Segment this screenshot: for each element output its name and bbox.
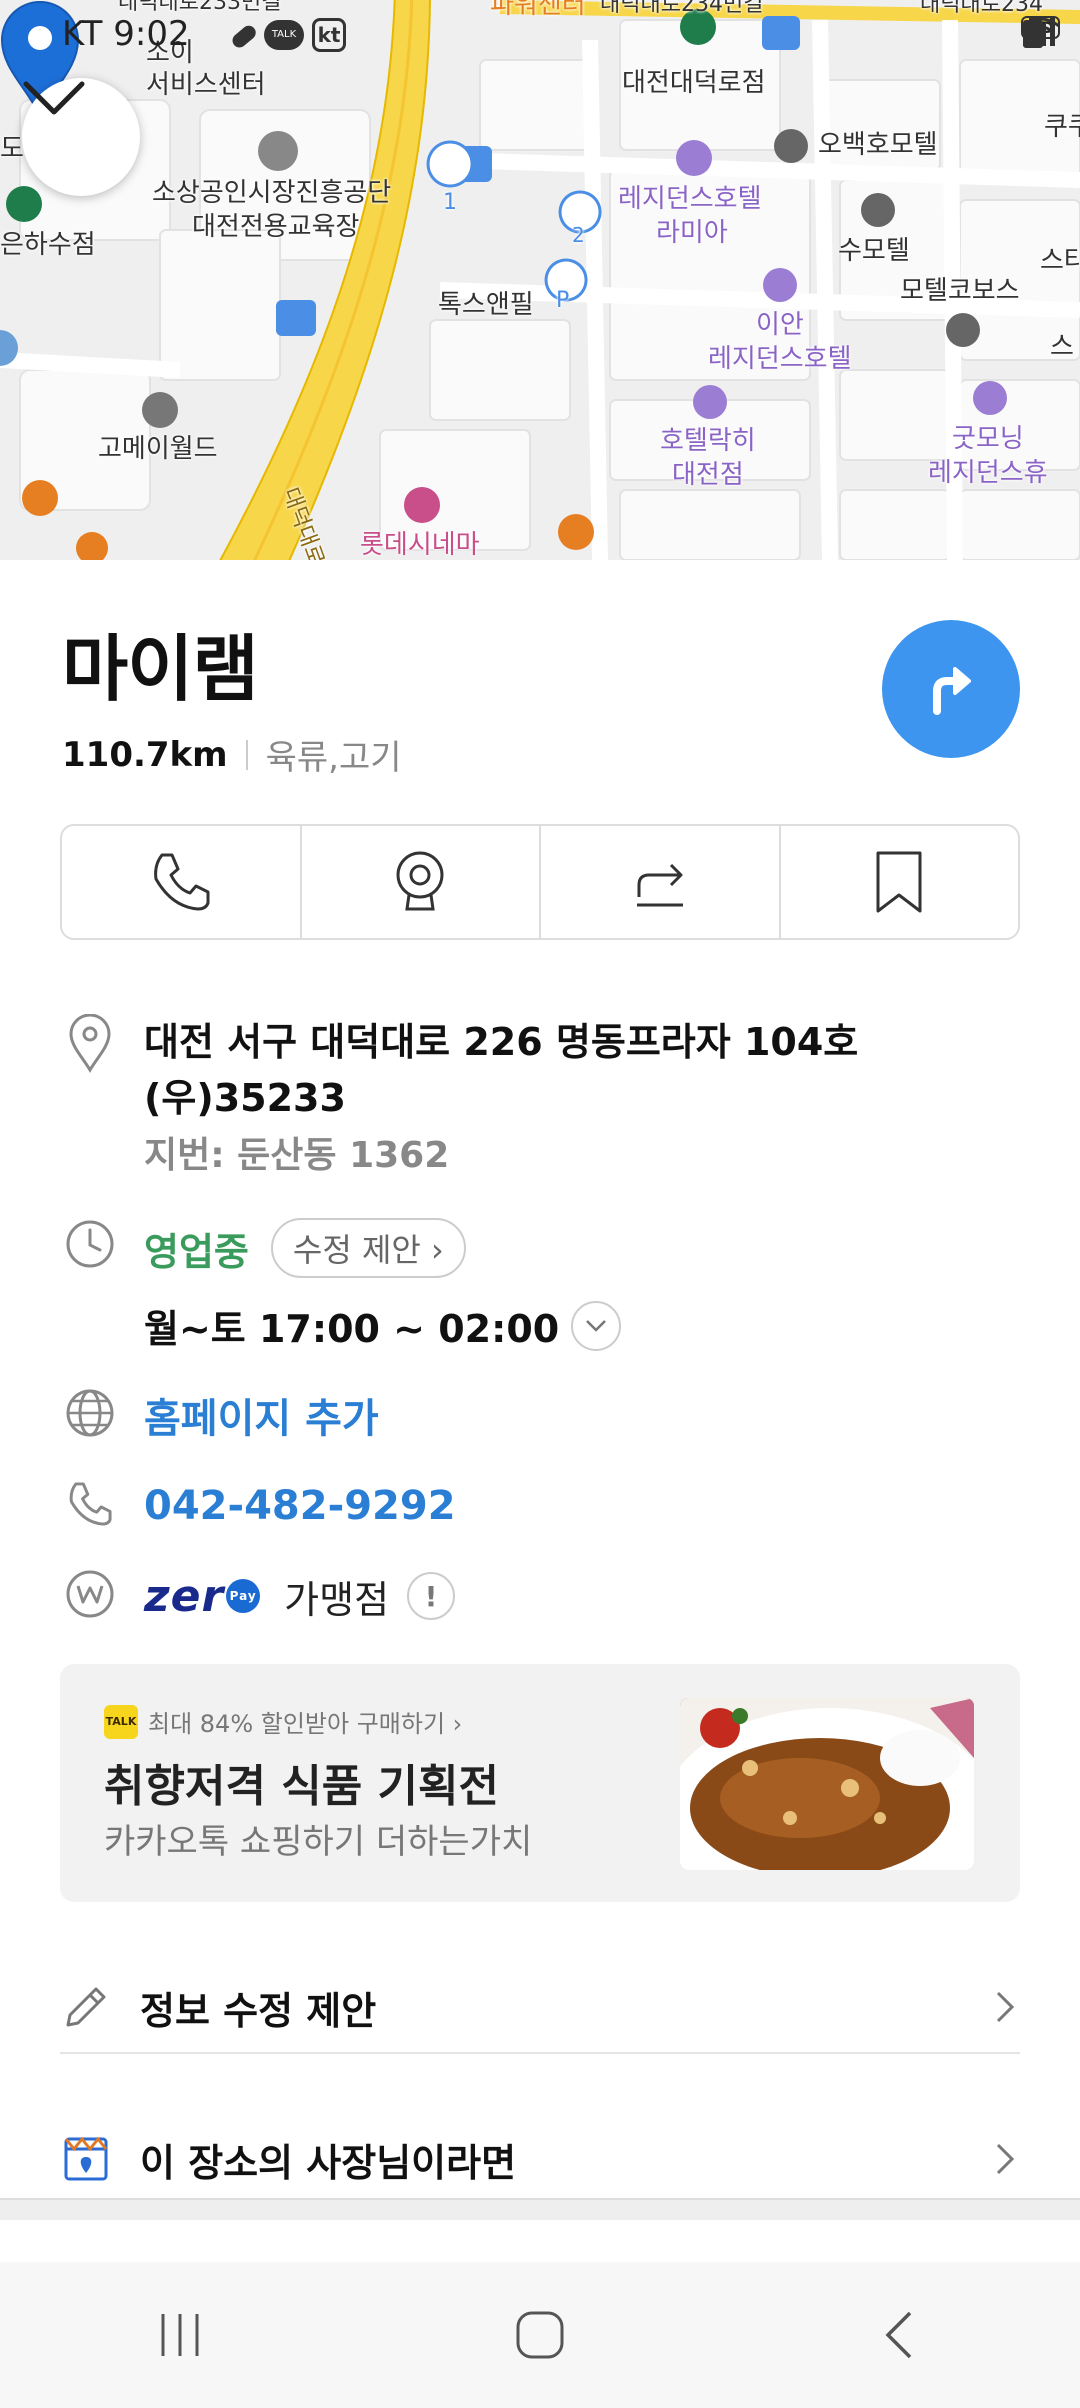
talk-status-icon: TALK	[264, 20, 304, 50]
ad-image	[680, 1698, 974, 1870]
map-label: 대전전용교육장	[192, 212, 360, 242]
address-row: 대전 서구 대덕대로 226 명동프라자 104호 (우)35233 지번: 둔…	[62, 1014, 858, 1186]
bookmark-button[interactable]	[781, 826, 1019, 938]
place-meta: 110.7km 육류,고기	[62, 730, 402, 779]
status-time: KT 9:02	[62, 14, 190, 54]
ad-banner[interactable]: TALK 최대 84% 할인받아 구매하기 › 취향저격 식품 기획전 카카오톡…	[60, 1664, 1020, 1902]
divider	[245, 739, 248, 770]
lot-address: 지번: 둔산동 1362	[144, 1135, 450, 1176]
hours-row: 영업중 수정 제안 › 월~토 17:00 ~ 02:00	[62, 1218, 622, 1353]
pencil-icon	[66, 1987, 106, 2027]
map-label: 오백호모텔	[818, 130, 938, 160]
map-label: 레지던스호텔	[618, 184, 762, 214]
map-label: 스	[1050, 332, 1074, 362]
hours-expand-button[interactable]	[571, 1300, 622, 1351]
suggest-edit-row[interactable]: 정보 수정 제안	[60, 1932, 1020, 2082]
homepage-row: 홈페이지 추가	[62, 1386, 379, 1444]
home-button[interactable]	[480, 2295, 600, 2375]
map-label: 대전대덕로점	[622, 68, 766, 98]
ad-title: 취향저격 식품 기획전	[104, 1761, 499, 1812]
directions-arrow-icon	[933, 667, 971, 715]
share-button[interactable]	[541, 826, 781, 938]
recent-apps-button[interactable]	[120, 2295, 240, 2375]
kt-icon: kt	[312, 18, 346, 52]
kakaotalk-icon: TALK	[104, 1704, 138, 1739]
business-hours: 월~토 17:00 ~ 02:00	[144, 1307, 560, 1351]
map-label: 도	[0, 134, 24, 164]
open-status: 영업중	[144, 1229, 249, 1274]
map-view[interactable]: 대덕대로233번길 파워센터 대덕대로234번길 대덕대로234 소이 서비스센…	[0, 0, 1080, 560]
recents-icon	[161, 2314, 199, 2356]
parking-marker[interactable]: P	[556, 284, 569, 318]
add-homepage-link[interactable]: 홈페이지 추가	[144, 1396, 379, 1442]
location-icon	[69, 1014, 111, 1073]
map-marker-number[interactable]: 2	[572, 218, 585, 252]
postal-code: (우)35233	[144, 1076, 346, 1120]
globe-icon	[66, 1389, 114, 1437]
map-label: 굿모닝	[952, 424, 1024, 454]
chevron-right-icon	[996, 2143, 1015, 2175]
franchise-label: 가맹점	[284, 1577, 390, 1622]
phone-icon	[69, 1482, 112, 1526]
system-nav-bar	[0, 2262, 1080, 2408]
map-label: 레지던스휴	[928, 458, 1048, 488]
ad-subtitle: 카카오톡 쇼핑하기 더하는가치	[104, 1822, 533, 1862]
phone-icon	[153, 853, 210, 911]
map-label: 수모텔	[838, 236, 910, 266]
distance: 110.7km	[62, 734, 228, 775]
collapse-button[interactable]	[22, 78, 140, 196]
map-label: 호텔락히	[660, 426, 756, 456]
owner-label: 이 장소의 사장님이라면	[140, 2140, 517, 2185]
category: 육류,고기	[265, 738, 402, 778]
roadview-icon	[396, 851, 444, 911]
place-detail-sheet: 마이램 110.7km 육류,고기 대전 서구 대덕대로 226 명동프라자 1…	[0, 560, 1080, 2260]
map-label: 은하수점	[0, 230, 96, 260]
battery-icon	[1023, 16, 1044, 48]
zeropay-logo: zer Pay	[144, 1571, 261, 1622]
map-label: 쿠쿠	[1044, 112, 1080, 142]
home-icon	[516, 2311, 564, 2359]
chevron-right-icon	[996, 1991, 1015, 2023]
bookmark-icon	[876, 851, 922, 913]
map-label: 톡스앤필	[438, 290, 534, 320]
chevron-down-icon	[23, 81, 85, 115]
map-label: 소상공인시장진흥공단	[152, 178, 392, 208]
map-label: 레지던스호텔	[708, 344, 852, 374]
food-image	[680, 1698, 974, 1870]
place-name: 마이램	[62, 627, 259, 711]
status-bar: KT 9:02 TALK kt HD	[0, 0, 1080, 70]
chevron-down-icon	[586, 1319, 607, 1332]
phone-number-link[interactable]: 042-482-9292	[144, 1483, 456, 1529]
section-separator	[0, 2198, 1080, 2220]
map-label: 대전점	[672, 460, 744, 490]
action-bar	[60, 824, 1020, 940]
map-label: 스타	[1040, 246, 1080, 276]
phone-row: 042-482-9292	[62, 1478, 456, 1534]
ad-promo: 최대 84% 할인받아 구매하기 ›	[148, 1710, 463, 1738]
map-label: 모텔코보스	[900, 276, 1020, 306]
back-button[interactable]	[840, 2295, 960, 2375]
store-icon	[64, 2136, 108, 2181]
won-icon	[66, 1570, 114, 1618]
map-label: 라미아	[656, 218, 728, 248]
info-icon[interactable]: !	[407, 1572, 456, 1620]
map-marker-number[interactable]: 1	[443, 186, 457, 220]
share-icon	[636, 863, 683, 907]
roadview-button[interactable]	[302, 826, 541, 938]
address-main[interactable]: 대전 서구 대덕대로 226 명동프라자 104호	[144, 1014, 858, 1070]
suggest-edit-pill[interactable]: 수정 제안 ›	[270, 1218, 466, 1278]
directions-button[interactable]	[882, 620, 1020, 758]
divider	[60, 2052, 1020, 2054]
suggest-edit-label: 정보 수정 제안	[140, 1988, 377, 2033]
map-label: 서비스센터	[146, 70, 266, 100]
map-label: 이안	[756, 310, 804, 340]
clock-icon	[66, 1220, 114, 1268]
back-icon	[885, 2311, 912, 2359]
zeropay-row: zer Pay 가맹점 !	[62, 1568, 456, 1624]
map-label: 고메이월드	[98, 434, 218, 464]
call-button[interactable]	[62, 826, 302, 938]
map-label: 롯데시네마	[360, 530, 480, 560]
